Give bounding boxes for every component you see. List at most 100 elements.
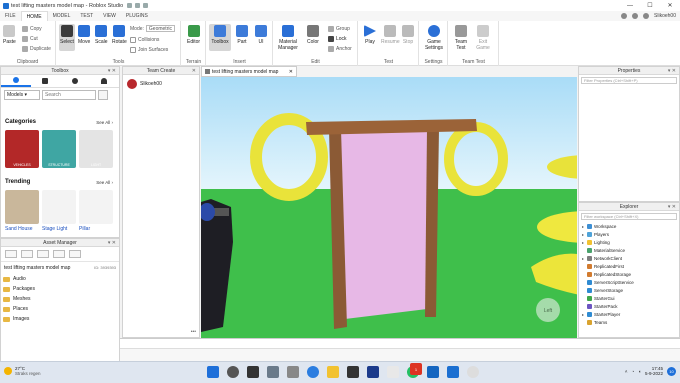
clock[interactable]: 17:45 5-9-2022: [645, 366, 663, 376]
collisions-checkbox[interactable]: [130, 37, 136, 43]
duplicate-button[interactable]: Duplicate: [22, 46, 51, 52]
trending-stage-light[interactable]: [42, 190, 76, 224]
team-test-button[interactable]: Team Test: [453, 25, 469, 51]
asset-folder-packages[interactable]: Packages: [1, 284, 119, 294]
save-icon[interactable]: [127, 3, 133, 8]
color-button[interactable]: Color: [307, 25, 319, 45]
menu-file[interactable]: FILE: [0, 11, 21, 21]
explorer-item[interactable]: ServerStorage: [579, 286, 679, 294]
scale-button[interactable]: Scale: [95, 25, 108, 45]
move-button[interactable]: Move: [78, 25, 90, 45]
explorer-item[interactable]: Teams: [579, 318, 679, 326]
close-icon[interactable]: ▾ ✕: [108, 240, 116, 246]
ui-button[interactable]: UI: [255, 25, 267, 45]
asset-folder-meshes[interactable]: Meshes: [1, 294, 119, 304]
outlook-icon[interactable]: [427, 366, 439, 378]
game-settings-button[interactable]: Game Settings: [424, 25, 444, 51]
explorer-item[interactable]: ReplicatedStorage: [579, 270, 679, 278]
lock-button[interactable]: Lock: [328, 36, 347, 42]
categories-see-all[interactable]: See All ›: [96, 120, 113, 125]
properties-filter[interactable]: Filter Properties (Ctrl+Shift+P): [581, 77, 677, 84]
anchor-button[interactable]: Anchor: [328, 46, 352, 52]
menu-model[interactable]: MODEL: [48, 11, 76, 21]
list-view-icon[interactable]: [69, 250, 81, 258]
viewport-tab[interactable]: test lifting masters model map ✕: [201, 66, 297, 77]
expand-arrow-icon[interactable]: ▸: [581, 224, 585, 229]
explorer-item[interactable]: StarterPack: [579, 302, 679, 310]
expand-arrow-icon[interactable]: ▸: [581, 240, 585, 245]
explorer-item[interactable]: ▸ Workspace: [579, 222, 679, 230]
menu-test[interactable]: TEST: [75, 11, 98, 21]
copy-button[interactable]: Copy: [22, 26, 42, 32]
explorer-item[interactable]: ServerScriptService: [579, 278, 679, 286]
part-button[interactable]: Part: [236, 25, 248, 45]
mode-dropdown[interactable]: Geometric: [145, 25, 175, 32]
expand-arrow-icon[interactable]: ▸: [581, 232, 585, 237]
trending-sand-house[interactable]: [5, 190, 39, 224]
undo-icon[interactable]: [135, 3, 141, 8]
chat-icon[interactable]: [267, 366, 279, 378]
group-button[interactable]: Group: [328, 26, 350, 32]
stop-button[interactable]: Stop: [402, 25, 414, 45]
file-explorer-icon[interactable]: [327, 366, 339, 378]
maximize-button[interactable]: ☐: [640, 0, 660, 11]
explorer-item[interactable]: ReplicatedFirst: [579, 262, 679, 270]
asset-folder-images[interactable]: Images: [1, 314, 119, 324]
weather-widget[interactable]: 27°C Straks regen: [4, 366, 41, 376]
command-bar[interactable]: [120, 338, 680, 348]
wifi-icon[interactable]: ◔: [632, 369, 635, 374]
material-manager-button[interactable]: Material Manager: [278, 25, 298, 51]
settings-icon[interactable]: [643, 13, 650, 19]
notification-count[interactable]: 10: [667, 366, 676, 376]
trending-label-pillar[interactable]: Pillar: [79, 226, 90, 232]
toolbox-button[interactable]: Toolbox: [209, 24, 231, 51]
terrain-editor-button[interactable]: Editor: [187, 25, 200, 45]
filter-icon[interactable]: [98, 90, 108, 100]
trending-label-stage-light[interactable]: Stage Light: [42, 226, 67, 232]
category-structure[interactable]: STRUCTURE: [42, 130, 76, 168]
category-light[interactable]: LIGHT: [79, 130, 113, 168]
explorer-item[interactable]: MaterialService: [579, 246, 679, 254]
more-icon[interactable]: •••: [191, 329, 196, 335]
search-icon[interactable]: [227, 366, 239, 378]
whatsapp-icon[interactable]: 1: [407, 363, 422, 378]
rotate-button[interactable]: Rotate: [112, 25, 127, 45]
collisions-toggle[interactable]: Collisions: [130, 37, 159, 43]
close-icon[interactable]: ▾ ✕: [668, 204, 676, 210]
trending-pillar[interactable]: [79, 190, 113, 224]
share-icon[interactable]: [632, 13, 639, 19]
trending-see-all[interactable]: See All ›: [96, 180, 113, 185]
widgets-icon[interactable]: [287, 366, 299, 378]
toolbox-search-input[interactable]: [42, 90, 96, 100]
menu-plugins[interactable]: PLUGINS: [121, 11, 153, 21]
roblox-icon[interactable]: [387, 366, 399, 378]
explorer-item[interactable]: ▸ Lighting: [579, 238, 679, 246]
explorer-item[interactable]: ▸ StarterPlayer: [579, 310, 679, 318]
join-surfaces-toggle[interactable]: Join Surfaces: [130, 47, 168, 53]
asset-folder-audio[interactable]: Audio: [1, 274, 119, 284]
resume-button[interactable]: Resume: [381, 25, 400, 45]
expand-arrow-icon[interactable]: ▸: [581, 256, 585, 261]
username[interactable]: Slikoeh00: [654, 13, 676, 19]
minimize-button[interactable]: —: [620, 0, 640, 11]
notification-icon[interactable]: [621, 13, 628, 19]
team-member-row[interactable]: Slikoeh00: [123, 75, 199, 93]
close-icon[interactable]: ▾ ✕: [108, 68, 116, 74]
close-button[interactable]: ✕: [660, 0, 680, 11]
trending-label-sand-house[interactable]: Sand House: [5, 226, 33, 232]
exit-game-button[interactable]: Exit Game: [475, 25, 491, 51]
app-b-icon[interactable]: [367, 366, 379, 378]
windows-start-icon[interactable]: [207, 366, 219, 378]
chevron-up-icon[interactable]: ˄: [625, 369, 628, 374]
category-vehicles[interactable]: VEHICLES: [5, 130, 39, 168]
edge-icon[interactable]: [307, 366, 319, 378]
asset-folder-places[interactable]: Places: [1, 304, 119, 314]
explorer-filter[interactable]: Filter workspace (Ctrl+Shift+X): [581, 213, 677, 220]
cut-button[interactable]: Cut: [22, 36, 38, 42]
store-icon[interactable]: [347, 366, 359, 378]
select-button[interactable]: Select: [59, 24, 75, 51]
menu-view[interactable]: VIEW: [98, 11, 121, 21]
explorer-item[interactable]: ▸ NetworkClient: [579, 254, 679, 262]
close-icon[interactable]: ✕: [192, 68, 196, 74]
paste-button[interactable]: Paste: [3, 25, 16, 45]
